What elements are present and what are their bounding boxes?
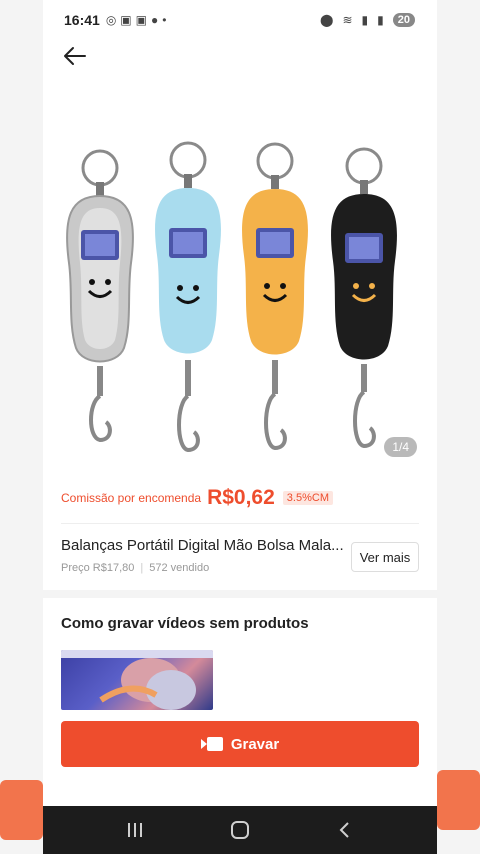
top-bar bbox=[43, 38, 437, 72]
app-icon: ▣ bbox=[120, 13, 132, 27]
scale-black bbox=[331, 147, 397, 449]
signal-icon: ▮ bbox=[361, 13, 369, 27]
product-sold-count: 572 vendido bbox=[149, 562, 210, 574]
dot-icon: • bbox=[162, 13, 167, 27]
status-bar: 16:41 ◎ ▣ ▣ ● • ⬤ ≋ ▮ ▮ 20 bbox=[43, 0, 437, 40]
record-button[interactable]: Gravar bbox=[61, 721, 419, 767]
app-icon: ▣ bbox=[135, 13, 147, 27]
scale-yellow bbox=[242, 142, 308, 451]
system-nav-bar bbox=[43, 806, 437, 854]
status-right: ⬤ ≋ ▮ ▮ 20 bbox=[320, 13, 415, 27]
meta-separator: | bbox=[140, 562, 144, 574]
section-heading: Como gravar vídeos sem produtos bbox=[61, 615, 309, 632]
product-title[interactable]: Balanças Portátil Digital Mão Bolsa Mala… bbox=[61, 537, 351, 554]
product-image[interactable]: 1/4 bbox=[43, 78, 437, 473]
arrow-left-icon[interactable] bbox=[61, 42, 89, 70]
background-blur bbox=[437, 770, 480, 830]
status-time: 16:41 bbox=[64, 12, 100, 28]
video-preview-image bbox=[61, 650, 213, 710]
record-button-label: Gravar bbox=[230, 735, 280, 753]
signal-icon: ▮ bbox=[377, 13, 384, 27]
facebook-icon: ● bbox=[150, 13, 159, 27]
recent-apps-icon[interactable] bbox=[125, 821, 145, 839]
right-background bbox=[437, 0, 480, 854]
phone-screen: 16:41 ◎ ▣ ▣ ● • ⬤ ≋ ▮ ▮ 20 1/4 Comissão … bbox=[43, 0, 437, 854]
scale-blue bbox=[155, 141, 221, 453]
image-counter: 1/4 bbox=[384, 437, 417, 457]
whatsapp-icon: ◎ bbox=[105, 13, 117, 27]
section-divider bbox=[43, 590, 437, 598]
commission-row: Comissão por encomenda R$0,62 3.5%CM bbox=[61, 486, 333, 510]
commission-value: R$0,62 bbox=[207, 486, 275, 509]
product-photo-luggage-scales bbox=[66, 141, 397, 453]
left-background bbox=[0, 0, 43, 854]
back-icon[interactable] bbox=[335, 820, 355, 840]
divider bbox=[61, 523, 419, 524]
scale-silver bbox=[66, 149, 134, 443]
commission-label: Comissão por encomenda bbox=[61, 491, 202, 505]
product-price: Preço R$17,80 bbox=[61, 562, 135, 574]
background-blur bbox=[0, 780, 43, 840]
video-thumbnail[interactable] bbox=[61, 650, 213, 710]
home-icon[interactable] bbox=[230, 820, 250, 840]
commission-rate-badge: 3.5%CM bbox=[282, 491, 333, 505]
product-meta: Preço R$17,80 | 572 vendido bbox=[61, 562, 209, 574]
see-more-button[interactable]: Ver mais bbox=[351, 542, 419, 572]
video-camera-icon bbox=[200, 737, 223, 751]
wifi-icon: ≋ bbox=[342, 13, 353, 27]
location-icon: ⬤ bbox=[320, 13, 334, 27]
battery-indicator: 20 bbox=[392, 13, 415, 27]
